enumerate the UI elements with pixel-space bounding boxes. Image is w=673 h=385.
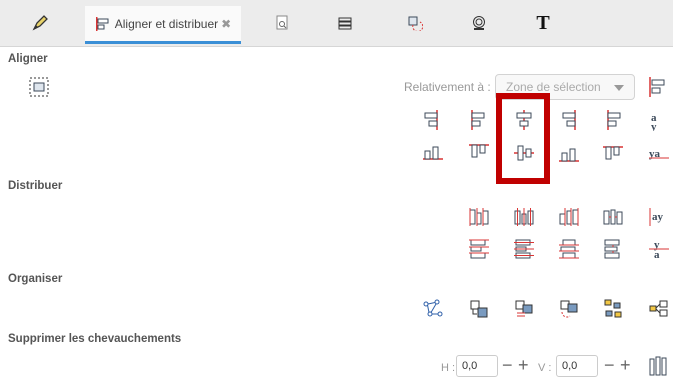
align-anchor-button[interactable]	[648, 76, 670, 98]
distribute-bottom-icon	[559, 239, 579, 259]
v-gap-label: V :	[538, 362, 552, 374]
align-top-to-bottom-icon	[603, 146, 623, 160]
distribute-v-centers-icon	[514, 239, 534, 259]
treat-as-group-toggle[interactable]	[28, 76, 50, 98]
dialog-tab-bar: Aligner et distribuer ✖ T	[0, 0, 673, 47]
text-baseline-icon: ya	[649, 148, 669, 160]
distribute-centers-horizontal-button[interactable]	[513, 206, 535, 228]
v-gap-decrement-button[interactable]: −	[604, 356, 615, 374]
align-left-icon	[471, 110, 485, 130]
exchange-clockwise-icon	[560, 300, 578, 318]
align-top-to-bottom-edge-button[interactable]	[602, 142, 624, 164]
center-horizontal-axis-icon	[514, 145, 534, 161]
fill-stroke-icon	[32, 15, 48, 31]
unclump-icon	[649, 300, 668, 317]
distribute-right-icon	[559, 208, 579, 226]
distribute-text-anchors-horizontal-button[interactable]: ay	[648, 206, 670, 228]
selection-group-icon	[29, 77, 49, 97]
section-distribuer: Distribuer	[8, 180, 63, 192]
center-on-vertical-axis-button[interactable]	[513, 109, 535, 131]
text-baseline-distribute-icon: y a	[649, 239, 669, 260]
h-gap-decrement-button[interactable]: −	[502, 356, 513, 374]
distribute-bottom-edges-button[interactable]	[558, 238, 580, 260]
align-left-to-right-edge-button[interactable]	[602, 109, 624, 131]
relative-to-select[interactable]: Zone de sélection	[495, 74, 635, 100]
h-gap-increment-button[interactable]: +	[518, 356, 529, 374]
tab-document-properties[interactable]	[268, 6, 298, 40]
align-right-to-left-edge-button[interactable]	[422, 109, 444, 131]
relative-to-label: Relativement à :	[404, 80, 491, 94]
text-anchor-vertical-icon: a y	[651, 112, 657, 131]
distribute-centers-vertical-button[interactable]	[513, 238, 535, 260]
close-icon[interactable]: ✖	[221, 17, 231, 31]
align-text-anchors-vertical-button[interactable]: a y	[648, 109, 670, 131]
distribute-top-edges-button[interactable]	[468, 238, 490, 260]
distribute-left-edges-button[interactable]	[468, 206, 490, 228]
exchange-z-order-icon	[515, 300, 533, 317]
arrange-connector-network-button[interactable]	[422, 298, 444, 320]
layers-icon	[338, 17, 352, 30]
align-bottom-to-top-icon	[423, 146, 443, 160]
center-on-horizontal-axis-button[interactable]	[513, 142, 535, 164]
chevron-down-icon	[614, 85, 624, 91]
align-top-icon	[469, 144, 489, 158]
text-tool-icon: T	[536, 11, 550, 34]
network-graph-icon	[423, 299, 443, 317]
tab-align-label: Aligner et distribuer	[114, 16, 219, 31]
tab-transform[interactable]	[400, 6, 430, 40]
distribute-text-baselines-button[interactable]: y a	[648, 238, 670, 260]
align-left-to-right-icon	[607, 110, 621, 130]
center-vertical-axis-icon	[516, 110, 532, 130]
anchor-align-icon	[649, 77, 665, 97]
section-aligner: Aligner	[8, 53, 48, 65]
randomize-icon	[604, 299, 622, 318]
align-text-baselines-button[interactable]: ya	[648, 142, 670, 164]
align-bottom-to-top-edge-button[interactable]	[422, 142, 444, 164]
align-right-edges-button[interactable]	[558, 109, 580, 131]
h-gap-label: H :	[441, 362, 456, 374]
tab-align-distribute[interactable]: Aligner et distribuer ✖	[85, 6, 241, 44]
distribute-h-gaps-icon	[603, 209, 623, 225]
v-gap-increment-button[interactable]: +	[620, 356, 631, 374]
distribute-gaps-horizontal-button[interactable]	[602, 206, 624, 228]
distribute-left-icon	[469, 208, 489, 226]
relative-to-value: Zone de sélection	[506, 80, 601, 94]
align-bottom-icon	[559, 148, 579, 162]
tab-layers[interactable]	[330, 6, 360, 40]
section-organiser: Organiser	[8, 273, 63, 285]
transform-icon	[408, 16, 423, 31]
v-gap-input[interactable]: 0,0	[556, 355, 598, 377]
align-right-icon	[562, 110, 576, 130]
align-bottom-edges-button[interactable]	[558, 142, 580, 164]
svg-text:ay: ay	[652, 211, 664, 223]
h-gap-input[interactable]: 0,0	[456, 355, 498, 377]
svg-text:a: a	[654, 249, 660, 260]
svg-text:y: y	[651, 121, 657, 131]
tab-fill-stroke[interactable]	[20, 6, 60, 40]
exchange-positions-icon	[470, 300, 488, 318]
distribute-h-centers-icon	[514, 208, 534, 226]
exchange-positions-button[interactable]	[468, 298, 490, 320]
tab-text-font[interactable]: T	[528, 6, 558, 40]
highlight-box	[496, 93, 550, 184]
distribute-top-icon	[469, 239, 489, 259]
distribute-right-edges-button[interactable]	[558, 206, 580, 228]
unclump-objects-button[interactable]	[648, 298, 670, 320]
objects-icon	[473, 16, 485, 30]
text-anchor-h-distribute-icon: ay	[649, 208, 664, 226]
distribute-v-gaps-icon	[604, 239, 620, 259]
align-left-edges-button[interactable]	[468, 109, 490, 131]
align-tab-icon	[95, 16, 109, 31]
section-remove-overlaps: Supprimer les chevauchements	[8, 333, 182, 345]
exchange-positions-clockwise-button[interactable]	[558, 298, 580, 320]
distribute-gaps-vertical-button[interactable]	[602, 238, 624, 260]
tab-objects[interactable]	[464, 6, 494, 40]
document-search-icon	[276, 15, 288, 30]
remove-overlaps-button[interactable]	[648, 355, 670, 377]
align-top-edges-button[interactable]	[468, 142, 490, 164]
exchange-positions-z-order-button[interactable]	[513, 298, 535, 320]
randomize-centers-button[interactable]	[602, 298, 624, 320]
align-right-to-left-icon	[424, 110, 438, 130]
remove-overlaps-icon	[649, 356, 667, 376]
